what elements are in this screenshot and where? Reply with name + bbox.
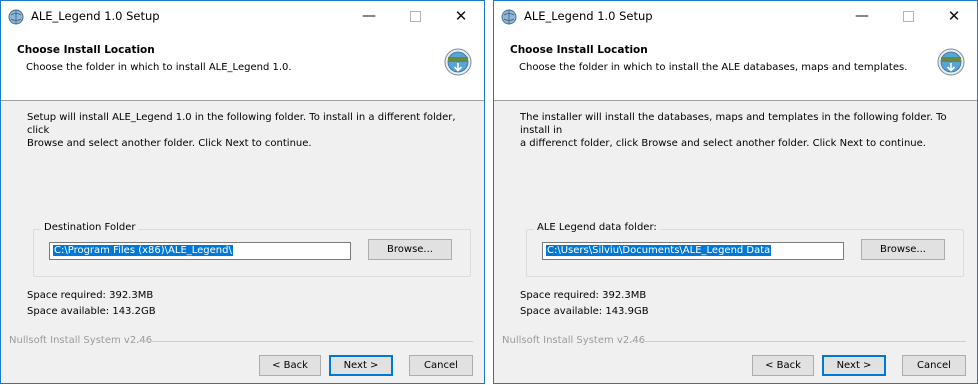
group-label: ALE Legend data folder: [534, 222, 660, 233]
page-header: Choose Install Location Choose the folde… [1, 32, 484, 101]
footer-divider [630, 341, 966, 342]
maximize-icon [409, 10, 421, 22]
maximize-button[interactable] [392, 1, 438, 32]
close-button[interactable]: ✕ [931, 1, 977, 32]
data-folder-group: ALE Legend data folder: C:\Users\Silviu\… [526, 222, 964, 277]
minimize-button[interactable]: — [346, 1, 392, 32]
back-button[interactable]: < Back [752, 355, 814, 376]
space-required: Space required: 392.3MB [520, 290, 647, 301]
title-bar[interactable]: ALE_Legend 1.0 Setup — ✕ [494, 1, 977, 32]
window-title: ALE_Legend 1.0 Setup [31, 9, 160, 23]
window-title: ALE_Legend 1.0 Setup [524, 9, 653, 23]
space-required: Space required: 392.3MB [27, 290, 154, 301]
page-subtitle: Choose the folder in which to install AL… [26, 62, 292, 73]
destination-folder-group: Destination Folder C:\Program Files (x86… [33, 222, 471, 277]
intro-line: a differenct folder, click Browse and se… [520, 138, 926, 149]
space-available: Space available: 143.2GB [27, 306, 156, 317]
branding-text: Nullsoft Install System v2.46 [9, 335, 153, 346]
close-button[interactable]: ✕ [438, 1, 484, 32]
group-label: Destination Folder [41, 222, 139, 233]
installer-globe-icon [8, 9, 24, 25]
title-bar[interactable]: ALE_Legend 1.0 Setup — ✕ [1, 1, 484, 32]
nsis-installer-logo-icon [444, 48, 472, 76]
back-button[interactable]: < Back [259, 355, 321, 376]
path-value: C:\Program Files (x86)\ALE_Legend\ [53, 245, 233, 256]
intro-line: The installer will install the databases… [520, 112, 947, 136]
page-subtitle: Choose the folder in which to install th… [519, 62, 908, 73]
folder-path-input[interactable]: C:\Program Files (x86)\ALE_Legend\ [49, 242, 351, 260]
cancel-button[interactable]: Cancel [409, 355, 473, 376]
maximize-button[interactable] [885, 1, 931, 32]
browse-button[interactable]: Browse... [368, 239, 452, 260]
intro-text: The installer will install the databases… [520, 111, 960, 150]
next-button[interactable]: Next > [329, 355, 393, 376]
maximize-icon [902, 10, 914, 22]
intro-line: Browse and select another folder. Click … [27, 138, 312, 149]
intro-line: Setup will install ALE_Legend 1.0 in the… [27, 112, 456, 136]
installer-window-2: ALE_Legend 1.0 Setup — ✕ Choose Install … [493, 0, 978, 384]
browse-button[interactable]: Browse... [861, 239, 945, 260]
space-available: Space available: 143.9GB [520, 306, 649, 317]
footer-divider [137, 341, 473, 342]
cancel-button[interactable]: Cancel [902, 355, 966, 376]
next-button[interactable]: Next > [822, 355, 886, 376]
installer-globe-icon [501, 9, 517, 25]
installer-window-1: ALE_Legend 1.0 Setup — ✕ Choose Install … [0, 0, 485, 384]
branding-text: Nullsoft Install System v2.46 [502, 335, 646, 346]
nsis-installer-logo-icon [937, 48, 965, 76]
page-header: Choose Install Location Choose the folde… [494, 32, 977, 101]
minimize-button[interactable]: — [839, 1, 885, 32]
folder-path-input[interactable]: C:\Users\Silviu\Documents\ALE_Legend Dat… [542, 242, 844, 260]
page-title: Choose Install Location [17, 44, 155, 56]
page-title: Choose Install Location [510, 44, 648, 56]
path-value: C:\Users\Silviu\Documents\ALE_Legend Dat… [546, 245, 772, 256]
intro-text: Setup will install ALE_Legend 1.0 in the… [27, 111, 467, 150]
